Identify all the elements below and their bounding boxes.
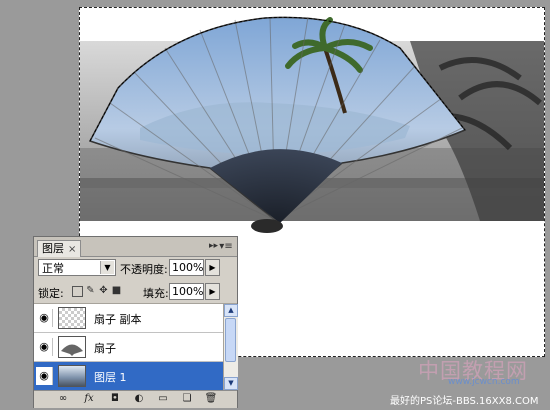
watermark-footer: 最好的PS论坛-BBS.16XX8.COM [390,396,539,407]
panel-bottom-bar: ∞ fx ◘ ◐ ▭ ❏ 🗑 [34,390,237,408]
layer-row-fan[interactable]: ◉ 扇子 [34,333,223,362]
opacity-arrow-icon[interactable]: ▶ [205,259,220,276]
new-layer-icon[interactable]: ❏ [180,392,194,406]
tab-layers[interactable]: 图层 × [37,240,82,257]
collapse-icon[interactable]: ▸▸ [209,240,219,253]
blend-mode-select[interactable]: 正常 ▼ [38,259,116,276]
layer-row-fan-copy[interactable]: ◉ 扇子 副本 [34,304,223,333]
chevron-down-icon: ▼ [100,261,114,274]
adjustment-icon[interactable]: ◐ [132,392,146,406]
blend-mode-value: 正常 [42,262,64,275]
scroll-down-icon[interactable]: ▼ [224,377,238,390]
eye-icon[interactable]: ◉ [36,367,53,385]
eye-icon[interactable]: ◉ [36,309,53,327]
lock-move-icon[interactable]: ✥ [98,285,109,296]
fill-input[interactable]: 100% [169,283,204,300]
lock-row: 锁定: ✎ ✥ ■ 填充: 100% ▶ [34,281,237,304]
scroll-up-icon[interactable]: ▲ [224,304,238,317]
opacity-label: 不透明度: [120,263,168,276]
group-folder-icon[interactable]: ▭ [156,392,170,406]
tab-layers-label: 图层 [42,242,64,255]
layer-thumbnail [58,307,86,329]
fx-icon[interactable]: fx [82,392,96,406]
eye-icon[interactable]: ◉ [36,338,53,356]
layers-list: ◉ 扇子 副本 ◉ 扇子 ◉ 图层 1 [34,304,223,390]
layer-name: 扇子 [94,342,116,355]
panel-menu-icon[interactable]: ▾≡ [219,240,233,253]
layers-scrollbar[interactable]: ▲ ▼ [223,304,238,390]
layer-thumbnail [58,365,86,387]
lock-label: 锁定: [38,287,64,300]
watermark-url: www.jcwcn.com [448,377,520,387]
tab-close-icon[interactable]: × [68,244,76,255]
layer-name: 扇子 副本 [94,313,142,326]
opacity-input[interactable]: 100% [169,259,204,276]
panel-tab-bar: 图层 × ▸▸ ▾≡ [34,237,237,257]
scroll-thumb[interactable] [225,318,236,362]
layers-panel: 图层 × ▸▸ ▾≡ 正常 ▼ 不透明度: 100% ▶ 锁定: ✎ ✥ ■ 填充… [33,236,238,408]
layer-row-layer1[interactable]: ◉ 图层 1 [34,362,223,390]
link-icon[interactable]: ∞ [56,392,70,406]
mask-icon[interactable]: ◘ [108,392,122,406]
layer-thumbnail [58,336,86,358]
trash-icon[interactable]: 🗑 [204,392,218,406]
watermark: 中国教程网 www.jcwcn.com 最好的PS论坛-BBS.16XX8.CO… [390,353,550,410]
blend-row: 正常 ▼ 不透明度: 100% ▶ [34,258,237,280]
fill-arrow-icon[interactable]: ▶ [205,283,220,300]
fill-label: 填充: [143,287,169,300]
layer-name: 图层 1 [94,371,127,384]
lock-brush-icon[interactable]: ✎ [85,285,96,296]
lock-all-icon[interactable]: ■ [111,285,122,296]
lock-transparent-icon[interactable] [72,286,83,297]
